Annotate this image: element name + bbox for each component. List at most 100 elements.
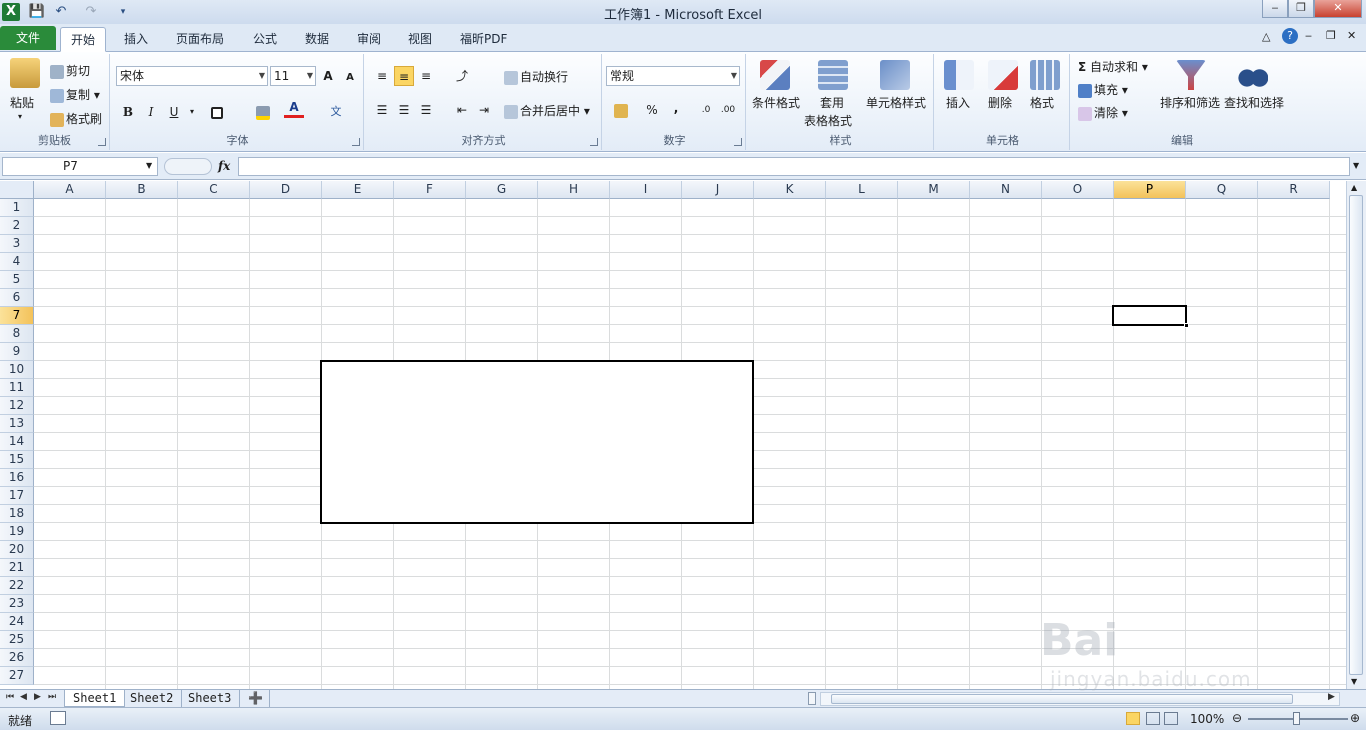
row-header[interactable]: 22 [0, 577, 34, 595]
tab-formulas[interactable]: 公式 [243, 27, 287, 52]
minimize-workbook-icon[interactable]: ‒ [1305, 29, 1312, 42]
select-all-corner[interactable] [0, 181, 34, 199]
row-header[interactable]: 26 [0, 649, 34, 667]
zoom-out-icon[interactable]: ⊖ [1232, 711, 1242, 725]
column-header[interactable]: P [1114, 181, 1186, 199]
collapse-ribbon-icon[interactable]: △ [1262, 30, 1270, 43]
column-header[interactable]: A [34, 181, 106, 199]
row-header[interactable]: 4 [0, 253, 34, 271]
row-header[interactable]: 24 [0, 613, 34, 631]
tab-file[interactable]: 文件 [0, 26, 56, 50]
border-button[interactable] [208, 102, 228, 122]
autosum-button[interactable]: Σ 自动求和 ▾ [1078, 58, 1148, 75]
increase-indent-icon[interactable]: ⇥ [474, 100, 494, 120]
row-header[interactable]: 27 [0, 667, 34, 685]
clipboard-launcher-icon[interactable] [98, 138, 106, 146]
shrink-font-button[interactable]: A [340, 68, 360, 88]
table-format-button[interactable]: 表格格式 [804, 112, 852, 129]
format-cells-button[interactable]: 格式 [1030, 94, 1054, 111]
horizontal-scroll-thumb[interactable] [831, 694, 1293, 704]
copy-button[interactable]: 复制 ▾ [50, 86, 100, 103]
fill-handle[interactable] [1184, 323, 1189, 328]
row-header[interactable]: 9 [0, 343, 34, 361]
align-center-icon[interactable]: ☰ [394, 100, 414, 120]
tab-foxit-pdf[interactable]: 福昕PDF [450, 27, 517, 52]
align-middle-icon[interactable]: ≡ [394, 66, 414, 86]
column-header[interactable]: G [466, 181, 538, 199]
row-header[interactable]: 19 [0, 523, 34, 541]
row-header[interactable]: 20 [0, 541, 34, 559]
percent-button[interactable]: % [642, 100, 662, 120]
comma-button[interactable]: , [666, 98, 686, 118]
last-sheet-icon[interactable]: ⏭ [48, 692, 56, 702]
row-header[interactable]: 14 [0, 433, 34, 451]
name-box-dropdown-icon[interactable]: ▼ [146, 161, 152, 170]
column-header[interactable]: B [106, 181, 178, 199]
fill-color-button[interactable] [254, 102, 274, 122]
expand-formula-bar-icon[interactable]: ▼ [1353, 161, 1359, 170]
column-header[interactable]: E [322, 181, 394, 199]
format-painter-button[interactable]: 格式刷 [50, 110, 102, 127]
row-header[interactable]: 13 [0, 415, 34, 433]
column-header[interactable]: D [250, 181, 322, 199]
cell-styles-button[interactable]: 单元格样式 [866, 94, 926, 111]
grow-font-button[interactable]: A [318, 66, 338, 86]
paste-dropdown-icon[interactable]: ▾ [18, 112, 22, 121]
number-launcher-icon[interactable] [734, 138, 742, 146]
accounting-format-icon[interactable] [608, 100, 636, 120]
zoom-level[interactable]: 100% [1190, 712, 1224, 726]
sheet-tab-1[interactable]: Sheet1 [64, 690, 126, 707]
insert-sheet-icon[interactable]: ➕ [240, 690, 270, 707]
close-workbook-icon[interactable]: ✕ [1347, 29, 1356, 42]
row-header[interactable]: 15 [0, 451, 34, 469]
column-header[interactable]: L [826, 181, 898, 199]
column-header[interactable]: I [610, 181, 682, 199]
row-header[interactable]: 1 [0, 199, 34, 217]
normal-view-icon[interactable] [1126, 712, 1140, 725]
column-header[interactable]: H [538, 181, 610, 199]
macro-record-icon[interactable] [50, 711, 66, 725]
wrap-text-button[interactable]: 自动换行 [504, 68, 568, 85]
row-header[interactable]: 12 [0, 397, 34, 415]
align-left-icon[interactable]: ☰ [372, 100, 392, 120]
rectangle-shape[interactable] [320, 360, 754, 524]
tab-review[interactable]: 审阅 [347, 27, 391, 52]
column-header[interactable]: N [970, 181, 1042, 199]
row-header[interactable]: 25 [0, 631, 34, 649]
align-top-icon[interactable]: ≡ [372, 66, 392, 86]
help-icon[interactable]: ? [1282, 28, 1298, 44]
column-header[interactable]: O [1042, 181, 1114, 199]
first-sheet-icon[interactable]: ⏮ [6, 692, 14, 702]
paste-button[interactable]: 粘贴 [10, 94, 34, 111]
column-header[interactable]: Q [1186, 181, 1258, 199]
find-select-button[interactable]: 查找和选择 [1224, 94, 1284, 111]
page-layout-view-icon[interactable] [1146, 712, 1160, 725]
column-header[interactable]: J [682, 181, 754, 199]
tab-view[interactable]: 视图 [398, 27, 442, 52]
clear-button[interactable]: 清除 ▾ [1078, 104, 1128, 121]
close-button[interactable]: ✕ [1314, 0, 1362, 18]
row-header[interactable]: 23 [0, 595, 34, 613]
fill-button[interactable]: 填充 ▾ [1078, 81, 1128, 98]
column-header[interactable]: M [898, 181, 970, 199]
page-break-view-icon[interactable] [1164, 712, 1178, 725]
font-color-button[interactable]: A [284, 100, 304, 118]
active-cell-p7[interactable] [1112, 305, 1189, 328]
row-header[interactable]: 17 [0, 487, 34, 505]
scroll-down-icon[interactable]: ▼ [1351, 677, 1357, 686]
sort-filter-button[interactable]: 排序和筛选 [1160, 94, 1220, 111]
formula-input[interactable] [238, 157, 1350, 176]
tab-data[interactable]: 数据 [295, 27, 339, 52]
decrease-decimal-icon[interactable]: .00 [718, 100, 738, 120]
column-header[interactable]: R [1258, 181, 1330, 199]
align-bottom-icon[interactable]: ≡ [416, 66, 436, 86]
underline-dropdown-icon[interactable]: ▾ [182, 102, 202, 122]
tab-home[interactable]: 开始 [60, 27, 107, 52]
row-header[interactable]: 21 [0, 559, 34, 577]
decrease-indent-icon[interactable]: ⇤ [452, 100, 472, 120]
zoom-slider-knob[interactable] [1293, 712, 1300, 725]
sheet-tab-2[interactable]: Sheet2 [122, 690, 183, 707]
row-header[interactable]: 5 [0, 271, 34, 289]
conditional-format-button[interactable]: 条件格式 [752, 94, 800, 111]
number-format-combo[interactable]: 常规 ▼ [606, 66, 740, 86]
